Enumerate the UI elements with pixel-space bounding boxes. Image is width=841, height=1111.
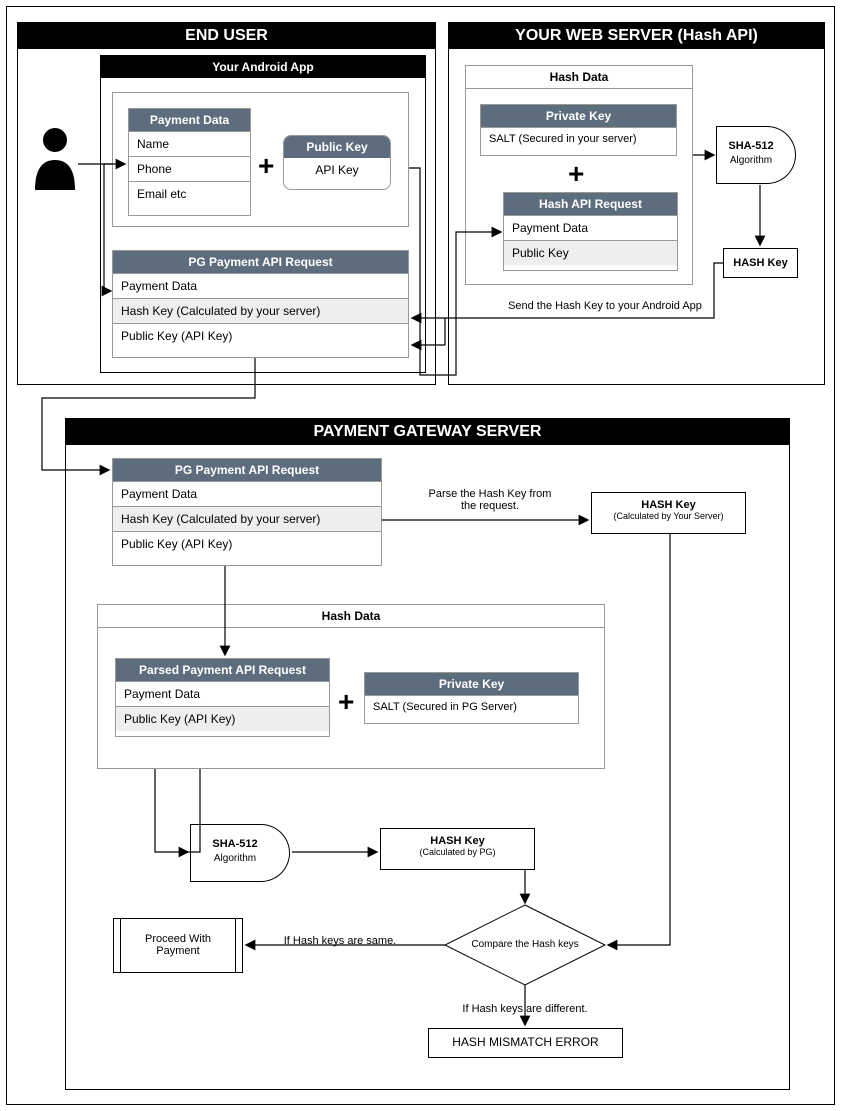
server-hashreq-r1: Payment Data [504, 215, 677, 240]
pg-req-r1: Payment Data [113, 273, 408, 298]
parse-note: Parse the Hash Key from the request. [395, 488, 585, 512]
public-key-box: Public Key API Key [283, 135, 391, 190]
gateway-privatekey-hdr: Private Key [365, 673, 578, 695]
server-hashreq-r2: Public Key [504, 240, 677, 265]
send-hashkey-label: Send the Hash Key to your Android App [490, 300, 720, 312]
plus-icon-gateway: + [338, 686, 354, 718]
gateway-pgreq-r2: Hash Key (Calculated by your server) [113, 506, 381, 531]
public-key-hdr: Public Key [284, 136, 390, 158]
android-app-title: Your Android App [101, 56, 425, 78]
payment-data-hdr: Payment Data [129, 109, 250, 131]
web-server-title: YOUR WEB SERVER (Hash API) [449, 23, 824, 49]
parsed-hashkey-s: (Calculated by Your Server) [592, 511, 745, 521]
gateway-sha-t: SHA-512 [195, 838, 275, 850]
compare-label: Compare the Hash keys [455, 939, 595, 950]
sha512-title: SHA-512 [716, 140, 786, 152]
server-privatekey-row: SALT (Secured in your server) [481, 127, 676, 150]
parsed-pay-req-r2: Public Key (API Key) [116, 706, 329, 731]
proceed-label: Proceed With Payment [114, 919, 242, 957]
proceed-box: Proceed With Payment [113, 918, 243, 973]
parsed-pay-req-r1: Payment Data [116, 681, 329, 706]
gateway-pgreq-r1: Payment Data [113, 481, 381, 506]
gateway-hashdata-title: Hash Data [98, 605, 604, 628]
parsed-pay-req-hdr: Parsed Payment API Request [116, 659, 329, 681]
cell-email: Email etc [129, 181, 250, 206]
pg-request-hdr: PG Payment API Request [113, 251, 408, 273]
calc-hashkey: HASH Key (Calculated by PG) [380, 828, 535, 870]
pg-req-r2: Hash Key (Calculated by your server) [113, 298, 408, 323]
same-label: If Hash keys are same. [265, 935, 415, 947]
calc-hashkey-s: (Calculated by PG) [381, 847, 534, 857]
gateway-title: PAYMENT GATEWAY SERVER [66, 419, 789, 445]
gateway-privatekey: Private Key SALT (Secured in PG Server) [364, 672, 579, 724]
server-hashreq: Hash API Request Payment Data Public Key [503, 192, 678, 271]
public-key-row: API Key [284, 158, 390, 182]
plus-icon-server: + [568, 158, 584, 190]
parsed-hashkey-t: HASH Key [592, 493, 745, 511]
cell-phone: Phone [129, 156, 250, 181]
end-user-title: END USER [18, 23, 435, 49]
pg-req-r3: Public Key (API Key) [113, 323, 408, 348]
parsed-hashkey: HASH Key (Calculated by Your Server) [591, 492, 746, 534]
server-hashreq-hdr: Hash API Request [504, 193, 677, 215]
gateway-privatekey-row: SALT (Secured in PG Server) [365, 695, 578, 718]
server-hashdata-title: Hash Data [466, 66, 692, 89]
server-privatekey: Private Key SALT (Secured in your server… [480, 104, 677, 156]
gateway-sha-s: Algorithm [195, 853, 275, 864]
plus-icon: + [258, 150, 274, 182]
cell-name: Name [129, 131, 250, 156]
gateway-pgreq: PG Payment API Request Payment Data Hash… [112, 458, 382, 566]
calc-hashkey-t: HASH Key [381, 829, 534, 847]
pg-request-box: PG Payment API Request Payment Data Hash… [112, 250, 409, 358]
payment-data-table: Payment Data Name Phone Email etc [128, 108, 251, 216]
gateway-pgreq-hdr: PG Payment API Request [113, 459, 381, 481]
server-hashkey-box: HASH Key [723, 248, 798, 278]
gateway-pgreq-r3: Public Key (API Key) [113, 531, 381, 556]
parsed-pay-req: Parsed Payment API Request Payment Data … [115, 658, 330, 737]
server-privatekey-hdr: Private Key [481, 105, 676, 127]
mismatch-box: HASH MISMATCH ERROR [428, 1028, 623, 1058]
sha512-sub: Algorithm [716, 155, 786, 166]
diff-label: If Hash keys are different. [445, 1003, 605, 1015]
